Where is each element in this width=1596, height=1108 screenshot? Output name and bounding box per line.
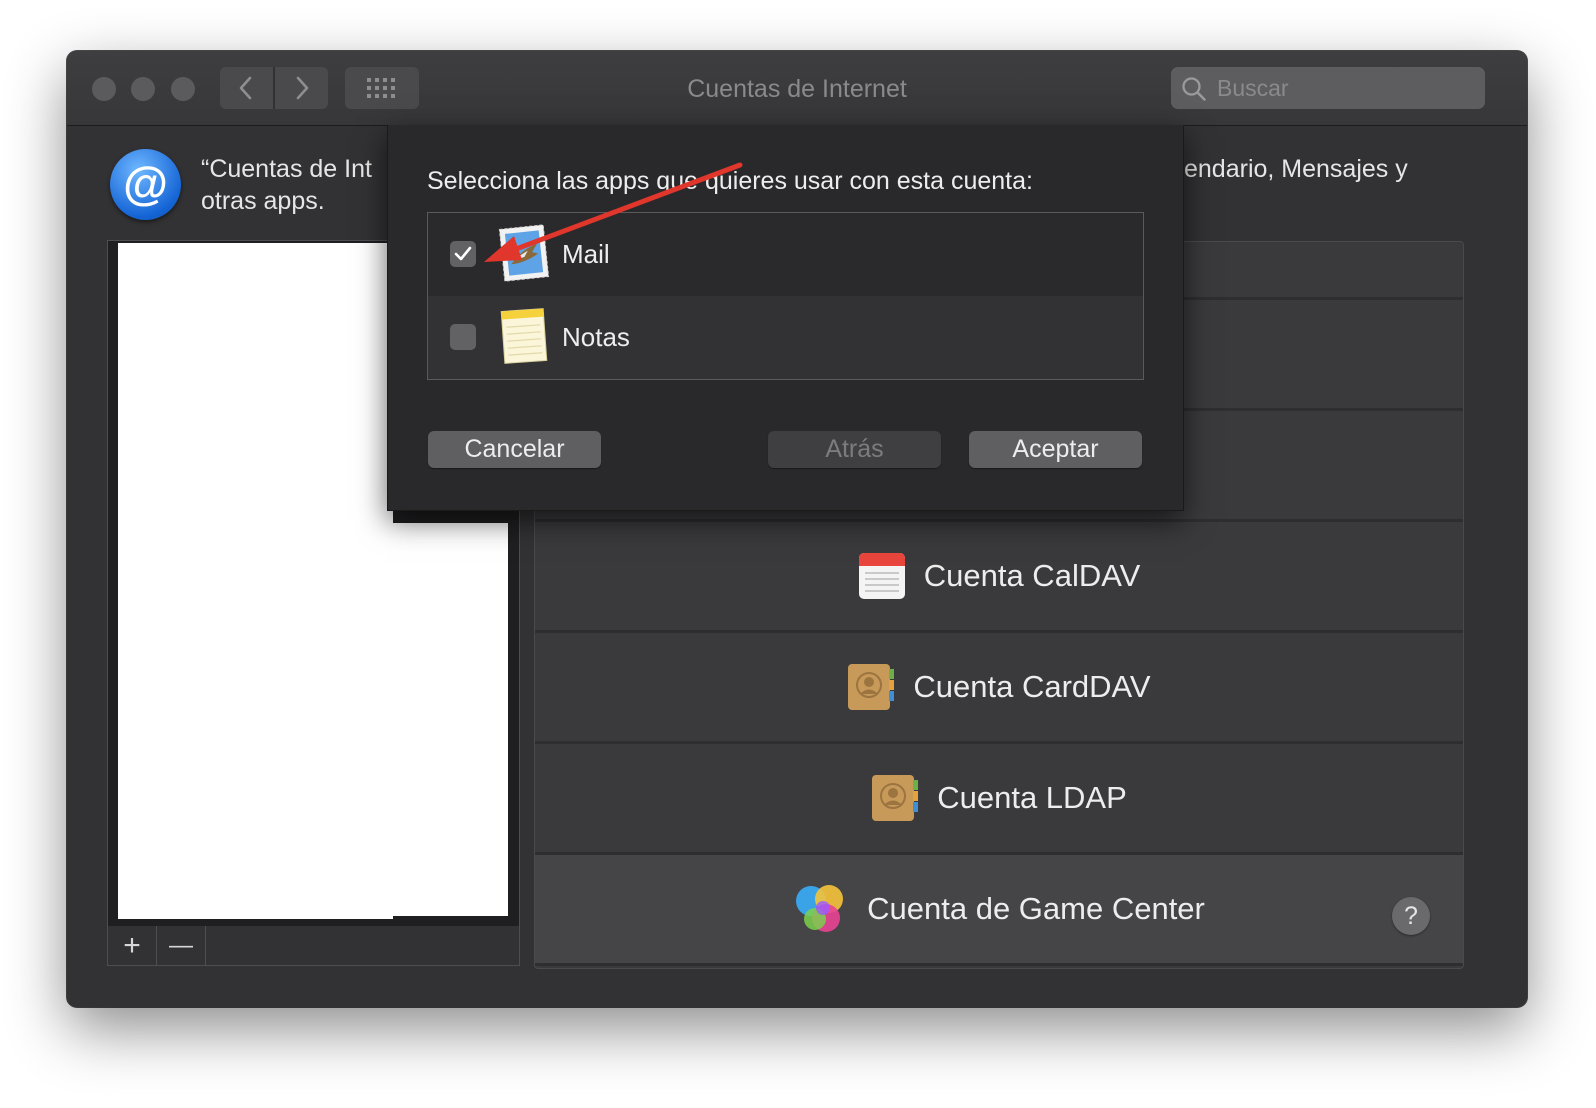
at-sign-icon: @ [123, 156, 168, 209]
notes-icon [500, 308, 548, 364]
contacts-icon [872, 775, 919, 821]
back-button[interactable]: Atrás [768, 431, 941, 468]
contacts-icon [848, 664, 895, 710]
provider-label: Cuenta CalDAV [923, 558, 1141, 593]
description-line2: otras apps. [201, 187, 325, 215]
mail-checkbox[interactable] [450, 241, 476, 267]
add-account-button[interactable]: + [108, 926, 157, 965]
provider-label: Cuenta LDAP [937, 780, 1127, 815]
title-bar: Cuentas de Internet Buscar [67, 51, 1527, 126]
accounts-list-footer: + — [107, 926, 520, 966]
description-line1-right: endario, Mensajes y [1184, 155, 1408, 183]
accounts-list-content-lower [385, 523, 508, 916]
internet-accounts-icon: @ [110, 149, 181, 220]
notes-checkbox[interactable] [450, 324, 476, 350]
search-field[interactable]: Buscar [1171, 67, 1485, 109]
preferences-window: Cuentas de Internet Buscar @ “Cuentas de… [67, 51, 1527, 1007]
mail-stamp-icon [498, 224, 550, 282]
provider-label: Cuenta de Game Center [867, 891, 1205, 926]
help-button[interactable]: ? [1392, 897, 1430, 935]
app-row-notes[interactable]: Notas [428, 296, 1143, 379]
provider-row-ldap[interactable]: Cuenta LDAP [535, 744, 1463, 855]
cancel-button[interactable]: Cancelar [428, 431, 601, 468]
game-center-icon [796, 885, 844, 932]
checkmark-icon [454, 246, 472, 261]
app-label: Mail [562, 239, 610, 269]
description-line1-left: “Cuentas de Int [201, 155, 372, 183]
select-apps-sheet: Selecciona las apps que quieres usar con… [387, 125, 1184, 511]
apps-list: Mail Notas [427, 212, 1144, 380]
provider-row-caldav[interactable]: Cuenta CalDAV [535, 522, 1463, 633]
remove-account-button[interactable]: — [157, 926, 206, 965]
app-row-mail[interactable]: Mail [428, 213, 1143, 296]
search-placeholder: Buscar [1217, 75, 1289, 101]
sheet-prompt: Selecciona las apps que quieres usar con… [427, 167, 1033, 195]
app-label: Notas [562, 322, 630, 352]
provider-row-carddav[interactable]: Cuenta CardDAV [535, 633, 1463, 744]
provider-row-game-center[interactable]: Cuenta de Game Center [535, 855, 1463, 966]
calendar-icon [858, 553, 905, 599]
accept-button[interactable]: Aceptar [969, 431, 1142, 468]
accounts-list-content [118, 243, 393, 919]
search-icon [1182, 77, 1206, 101]
provider-label: Cuenta CardDAV [913, 669, 1151, 704]
